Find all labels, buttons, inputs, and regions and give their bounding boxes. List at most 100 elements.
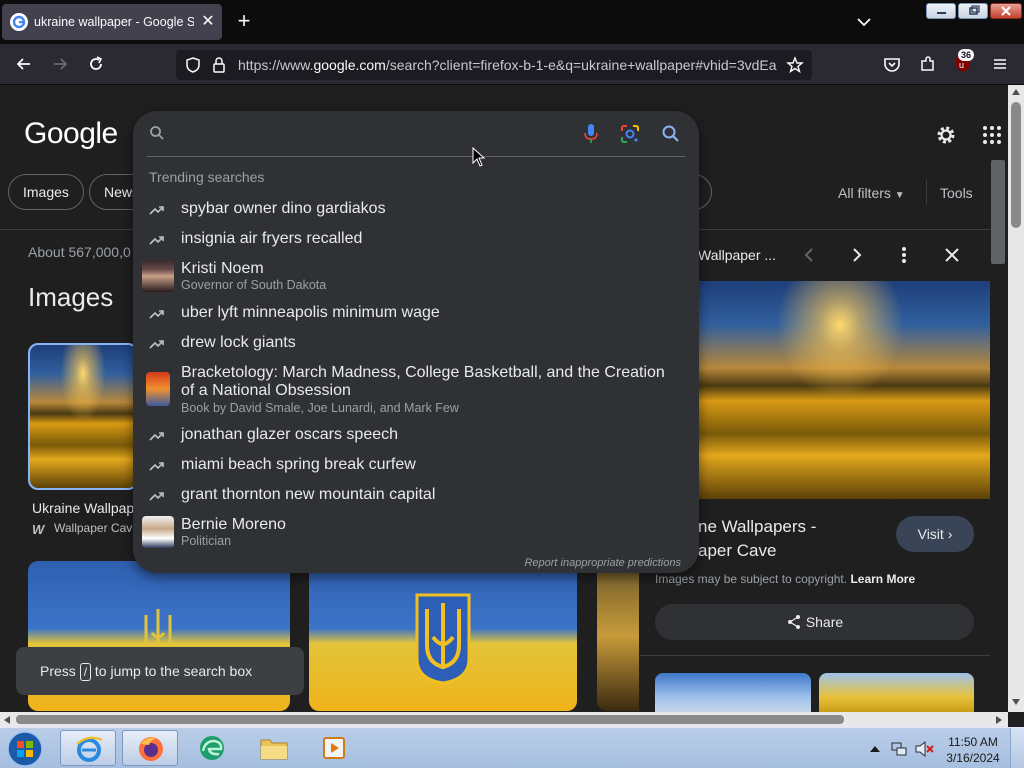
edge-icon [200,736,224,760]
images-section-heading: Images [28,282,114,312]
toolbar-divider [926,180,927,204]
show-desktop-button[interactable] [1010,728,1024,768]
tracking-shield-icon[interactable] [184,56,202,74]
forward-arrow-icon[interactable] [50,54,70,74]
learn-more-link[interactable]: Learn More [850,572,915,586]
taskbar-media-player[interactable] [308,730,364,766]
extensions-puzzle-icon[interactable] [918,54,938,74]
hamburger-menu-icon[interactable] [990,54,1010,74]
browser-tab[interactable]: ukraine wallpaper - Google Search ✕ [2,4,222,40]
trending-icon [149,310,164,319]
trending-icon [149,236,164,245]
folder-icon [260,739,288,760]
visit-button[interactable]: Visit › [896,516,974,552]
window-restore-button[interactable] [958,3,988,19]
preview-image[interactable] [690,281,990,499]
reload-icon[interactable] [86,54,106,74]
google-favicon-icon [10,13,28,31]
new-tab-button[interactable]: + [232,10,256,34]
related-image-thumbnail[interactable] [655,673,811,712]
suggestion-item[interactable]: insignia air fryers recalled [133,230,699,252]
bookmark-star-icon[interactable] [786,56,804,74]
voice-search-mic-icon[interactable] [583,123,599,145]
scroll-left-arrow-icon[interactable] [4,716,10,724]
address-bar[interactable]: https://www.google.com/search?client=fir… [176,50,812,80]
image-result-title[interactable]: Ukraine Wallpap [32,500,134,516]
network-icon[interactable] [890,740,908,758]
tools-button[interactable]: Tools [940,185,973,201]
google-lens-icon[interactable] [620,124,640,144]
taskbar-edge[interactable] [184,730,240,766]
copyright-notice: Images may be subject to copyright. Lear… [655,572,916,586]
image-result-thumbnail[interactable] [309,561,577,711]
suggestion-item[interactable]: Kristi Noem Governor of South Dakota [133,260,699,296]
google-apps-grid-icon[interactable] [982,125,1002,145]
suggestion-item[interactable]: spybar owner dino gardiakos [133,200,699,222]
taskbar-clock-date[interactable]: 3/16/2024 [942,751,1004,765]
next-chevron-icon[interactable] [846,245,866,265]
search-submit-icon[interactable] [661,124,681,144]
image-result-thumbnail[interactable] [597,561,639,711]
tab-title: ukraine wallpaper - Google Search [34,15,194,29]
panel-scrollbar[interactable] [990,148,1008,627]
tab-close-icon[interactable]: ✕ [198,12,218,32]
settings-gear-icon[interactable] [934,123,958,147]
scroll-down-arrow-icon[interactable] [1012,699,1020,705]
previous-chevron-icon[interactable] [800,245,820,265]
preview-title: Wallpaper ... [698,247,777,263]
selected-image-thumbnail[interactable] [28,343,138,490]
search-suggestions-dropdown: Trending searches spybar owner dino gard… [133,111,699,573]
filter-chip-images[interactable]: Images [8,174,84,210]
search-input[interactable] [173,119,573,147]
horizontal-scrollbar-thumb[interactable] [16,715,844,724]
lock-icon[interactable] [210,56,228,74]
suggestion-item[interactable]: Bernie Moreno Politician [133,516,699,552]
search-icon [150,126,164,140]
all-filters-dropdown[interactable]: All filters ▼ [838,185,905,201]
volume-muted-icon[interactable] [914,740,934,758]
person-thumbnail [142,516,174,548]
taskbar-clock-time[interactable]: 11:50 AM [942,735,1004,749]
taskbar-firefox[interactable] [122,730,178,766]
preview-page-name[interactable]: ne Wallpapers - aper Cave [698,515,816,563]
suggestion-item[interactable]: drew lock giants [133,334,699,356]
suggestion-item[interactable]: jonathan glazer oscars speech [133,426,699,448]
image-result-source[interactable]: Wallpaper Cav [54,521,132,535]
suggestion-item[interactable]: grant thornton new mountain capital [133,486,699,508]
trending-icon [149,462,164,471]
wallpaper-cave-logo-icon: W [32,522,45,537]
more-options-icon[interactable] [894,245,914,265]
vertical-scrollbar-thumb[interactable] [1011,102,1021,228]
vertical-scrollbar[interactable] [1008,85,1024,712]
back-arrow-icon[interactable] [14,54,34,74]
start-button-windows-icon[interactable] [6,730,44,768]
result-count: About 567,000,0 [28,244,131,260]
share-icon [787,615,800,629]
show-hidden-icons-icon[interactable] [870,744,880,752]
panel-scrollbar-thumb[interactable] [991,160,1005,264]
window-close-button[interactable] [990,3,1022,19]
google-logo[interactable]: Google [24,117,118,151]
report-predictions-link[interactable]: Report inappropriate predictions [524,557,681,569]
related-image-thumbnail[interactable] [819,673,974,712]
suggestion-item[interactable]: uber lyft minneapolis minimum wage [133,304,699,326]
url-text[interactable]: https://www.google.com/search?client=fir… [238,57,778,73]
suggestion-item[interactable]: Bracketology: March Madness, College Bas… [133,364,699,416]
close-preview-icon[interactable] [942,245,962,265]
suggestion-item[interactable]: miami beach spring break curfew [133,456,699,478]
trending-searches-heading: Trending searches [149,169,265,185]
pocket-icon[interactable] [882,54,902,74]
scroll-right-arrow-icon[interactable] [996,716,1002,724]
trending-icon [149,206,164,215]
horizontal-scrollbar[interactable] [0,712,1008,727]
list-all-tabs-button[interactable] [854,12,874,32]
trending-icon [149,492,164,501]
share-button[interactable]: Share [655,604,974,640]
tab-strip: ukraine wallpaper - Google Search ✕ + [0,0,1024,44]
window-minimize-button[interactable] [926,3,956,19]
scroll-up-arrow-icon[interactable] [1012,89,1020,95]
taskbar-internet-explorer[interactable] [60,730,116,766]
media-player-icon [323,737,345,759]
taskbar-file-explorer[interactable] [246,730,302,766]
trending-icon [149,432,164,441]
